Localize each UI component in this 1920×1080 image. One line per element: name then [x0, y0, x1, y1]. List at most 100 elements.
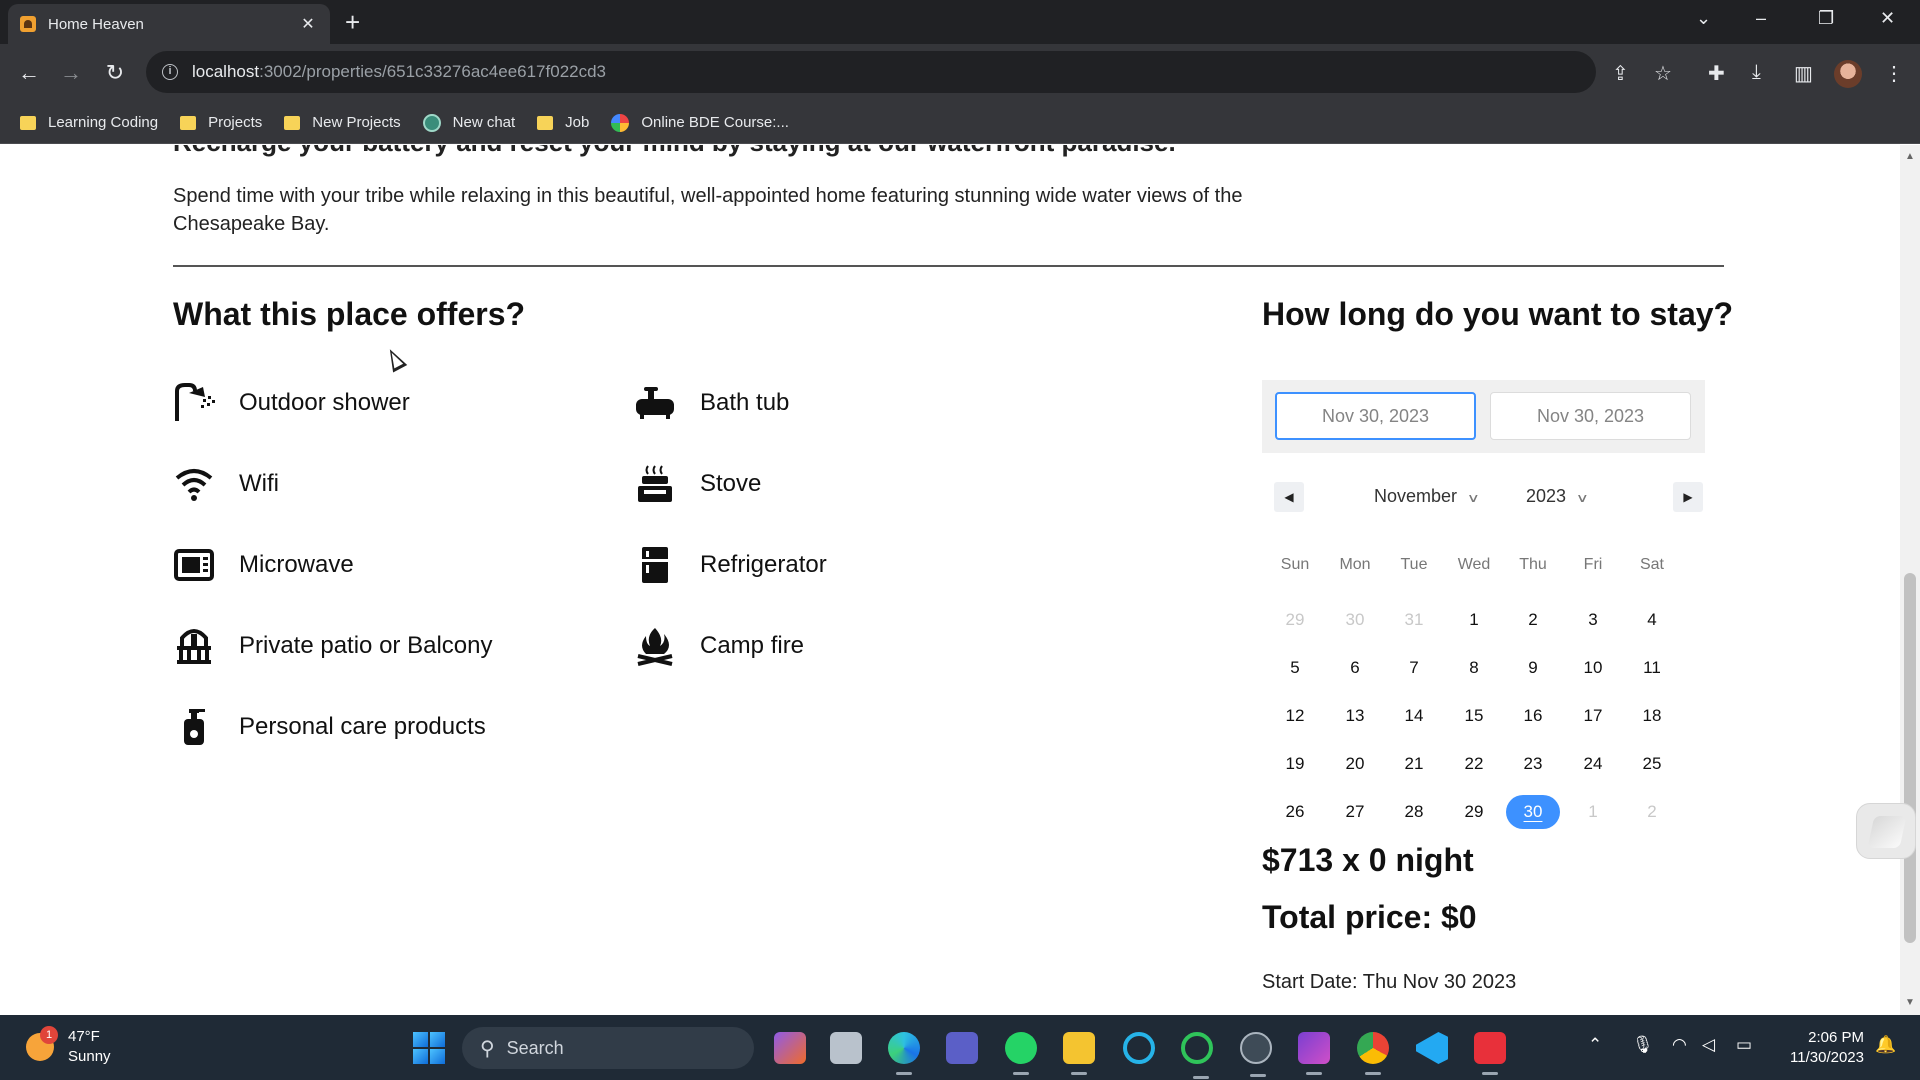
window-close-icon[interactable]: ✕ [1880, 8, 1895, 29]
minimize-icon[interactable]: – [1756, 8, 1766, 29]
calendar-day[interactable]: 3 [1566, 603, 1620, 637]
browser-menu-icon[interactable]: ⋮ [1884, 61, 1904, 86]
anydesk-icon[interactable] [1474, 1032, 1506, 1075]
calendar-day[interactable]: 1 [1566, 795, 1620, 829]
windows-start-icon[interactable] [413, 1032, 445, 1064]
calendar-day[interactable]: 21 [1387, 747, 1441, 781]
amenity-label: Private patio or Balcony [239, 632, 493, 659]
calendar-day[interactable]: 28 [1387, 795, 1441, 829]
calendar-day[interactable]: 4 [1625, 603, 1679, 637]
clipchamp-icon[interactable] [1298, 1032, 1330, 1075]
scroll-up-icon[interactable]: ▲ [1905, 151, 1915, 162]
page-scrollbar[interactable]: ▲ ▼ [1900, 145, 1920, 1015]
volume-icon[interactable]: ◁ [1702, 1035, 1715, 1055]
prev-month-button[interactable]: ◀ [1274, 482, 1304, 512]
taskbar-search[interactable]: ⚲ Search [462, 1027, 754, 1069]
calendar-day[interactable]: 18 [1625, 699, 1679, 733]
calendar-day[interactable]: 24 [1566, 747, 1620, 781]
calendar-day[interactable]: 6 [1328, 651, 1382, 685]
calendar-day[interactable]: 14 [1387, 699, 1441, 733]
forward-arrow-icon[interactable]: → [56, 59, 86, 87]
calendar-day[interactable]: 29 [1447, 795, 1501, 829]
edge-browser-icon[interactable] [888, 1032, 920, 1075]
bookmark-item[interactable]: Projects [180, 114, 262, 131]
wifi-tray-icon[interactable]: ◠ [1672, 1035, 1687, 1055]
calendar-day[interactable]: 15 [1447, 699, 1501, 733]
calendar-day[interactable]: 13 [1328, 699, 1382, 733]
bookmark-label: Projects [208, 114, 263, 131]
calendar-day[interactable]: 19 [1268, 747, 1322, 781]
stove-icon [634, 464, 676, 504]
restore-icon[interactable]: ❐ [1818, 8, 1834, 29]
vscode-icon[interactable] [1416, 1032, 1448, 1064]
weather-widget[interactable]: 1 47°F Sunny [26, 1026, 111, 1067]
new-tab-button[interactable]: + [345, 9, 360, 35]
start-date-input[interactable]: Nov 30, 2023 [1275, 392, 1476, 440]
reload-icon[interactable]: ↻ [100, 59, 130, 87]
site-info-icon[interactable]: i [162, 64, 178, 80]
tray-overflow-chevron-icon[interactable]: ⌃ [1588, 1035, 1602, 1055]
scrollbar-thumb[interactable] [1904, 573, 1916, 943]
calendar-day[interactable]: 16 [1506, 699, 1560, 733]
calendar-day[interactable]: 10 [1566, 651, 1620, 685]
calendar-day[interactable]: 11 [1625, 651, 1679, 685]
teams-icon[interactable] [946, 1032, 978, 1064]
calendar-day[interactable]: 29 [1268, 603, 1322, 637]
download-icon[interactable]: ⤓ [1752, 61, 1761, 84]
calendar-day[interactable]: 7 [1387, 651, 1441, 685]
browser-tab-active[interactable]: Home Heaven ✕ [8, 4, 330, 44]
calendar-day[interactable]: 31 [1387, 603, 1441, 637]
chrome-icon[interactable] [1357, 1032, 1389, 1075]
obs-icon[interactable] [1240, 1032, 1272, 1077]
calendar-day[interactable]: 17 [1566, 699, 1620, 733]
calendar-day[interactable]: 26 [1268, 795, 1322, 829]
calendar-day[interactable]: 5 [1268, 651, 1322, 685]
bookmark-item[interactable]: Learning Coding [20, 114, 158, 131]
scroll-down-icon[interactable]: ▼ [1905, 997, 1915, 1008]
calendar-day[interactable]: 2 [1506, 603, 1560, 637]
back-arrow-icon[interactable]: ← [14, 59, 44, 87]
calendar-day-selected[interactable]: 30 [1506, 795, 1560, 829]
section-divider [173, 265, 1724, 267]
microphone-icon[interactable]: 🎙 [1632, 1035, 1654, 1055]
battery-icon[interactable]: ▭ [1736, 1035, 1752, 1055]
calendar-day[interactable]: 8 [1447, 651, 1501, 685]
next-month-button[interactable]: ▶ [1673, 482, 1703, 512]
floating-assistant-widget[interactable] [1856, 803, 1916, 859]
bookmark-item[interactable]: Job [537, 114, 589, 131]
whatsapp-icon[interactable] [1005, 1032, 1037, 1075]
year-select[interactable]: 2023 ∨ [1526, 486, 1589, 507]
side-panel-icon[interactable]: ▥ [1794, 61, 1813, 86]
calendar-day[interactable]: 30 [1328, 603, 1382, 637]
widget-logo-icon [1867, 816, 1907, 848]
app-ring-icon[interactable] [1181, 1032, 1213, 1079]
file-explorer-icon[interactable] [1063, 1032, 1095, 1075]
month-select[interactable]: November ∨ [1374, 486, 1480, 507]
calendar-day[interactable]: 22 [1447, 747, 1501, 781]
end-date-input[interactable]: Nov 30, 2023 [1490, 392, 1691, 440]
calendar-day[interactable]: 23 [1506, 747, 1560, 781]
calendar-day[interactable]: 12 [1268, 699, 1322, 733]
system-clock[interactable]: 2:06 PM 11/30/2023 [1778, 1028, 1864, 1068]
calendar-day[interactable]: 2 [1625, 795, 1679, 829]
bookmark-item[interactable]: New chat [422, 113, 515, 132]
calendar-day[interactable]: 9 [1506, 651, 1560, 685]
premiere-app-icon[interactable] [774, 1032, 806, 1064]
bookmark-star-icon[interactable]: ☆ [1654, 61, 1672, 86]
profile-avatar[interactable] [1834, 60, 1862, 88]
task-view-icon[interactable] [830, 1032, 862, 1064]
tab-search-chevron-icon[interactable]: ⌄ [1696, 8, 1711, 29]
tab-close-icon[interactable]: ✕ [298, 14, 318, 34]
cortana-icon[interactable] [1123, 1032, 1155, 1064]
calendar-day[interactable]: 20 [1328, 747, 1382, 781]
notification-bell-icon[interactable]: 🔔 [1875, 1035, 1896, 1055]
calendar-header: ◀ November ∨ 2023 ∨ ▶ [1262, 478, 1705, 518]
bookmark-item[interactable]: New Projects [284, 114, 401, 131]
share-icon[interactable]: ⇪ [1612, 61, 1629, 86]
calendar-day[interactable]: 1 [1447, 603, 1501, 637]
extensions-puzzle-icon[interactable]: ✚ [1708, 61, 1725, 86]
calendar-day[interactable]: 27 [1328, 795, 1382, 829]
calendar-day[interactable]: 25 [1625, 747, 1679, 781]
address-bar[interactable]: i localhost:3002/properties/651c33276ac4… [146, 51, 1672, 93]
bookmark-item[interactable]: Online BDE Course:... [611, 113, 789, 132]
